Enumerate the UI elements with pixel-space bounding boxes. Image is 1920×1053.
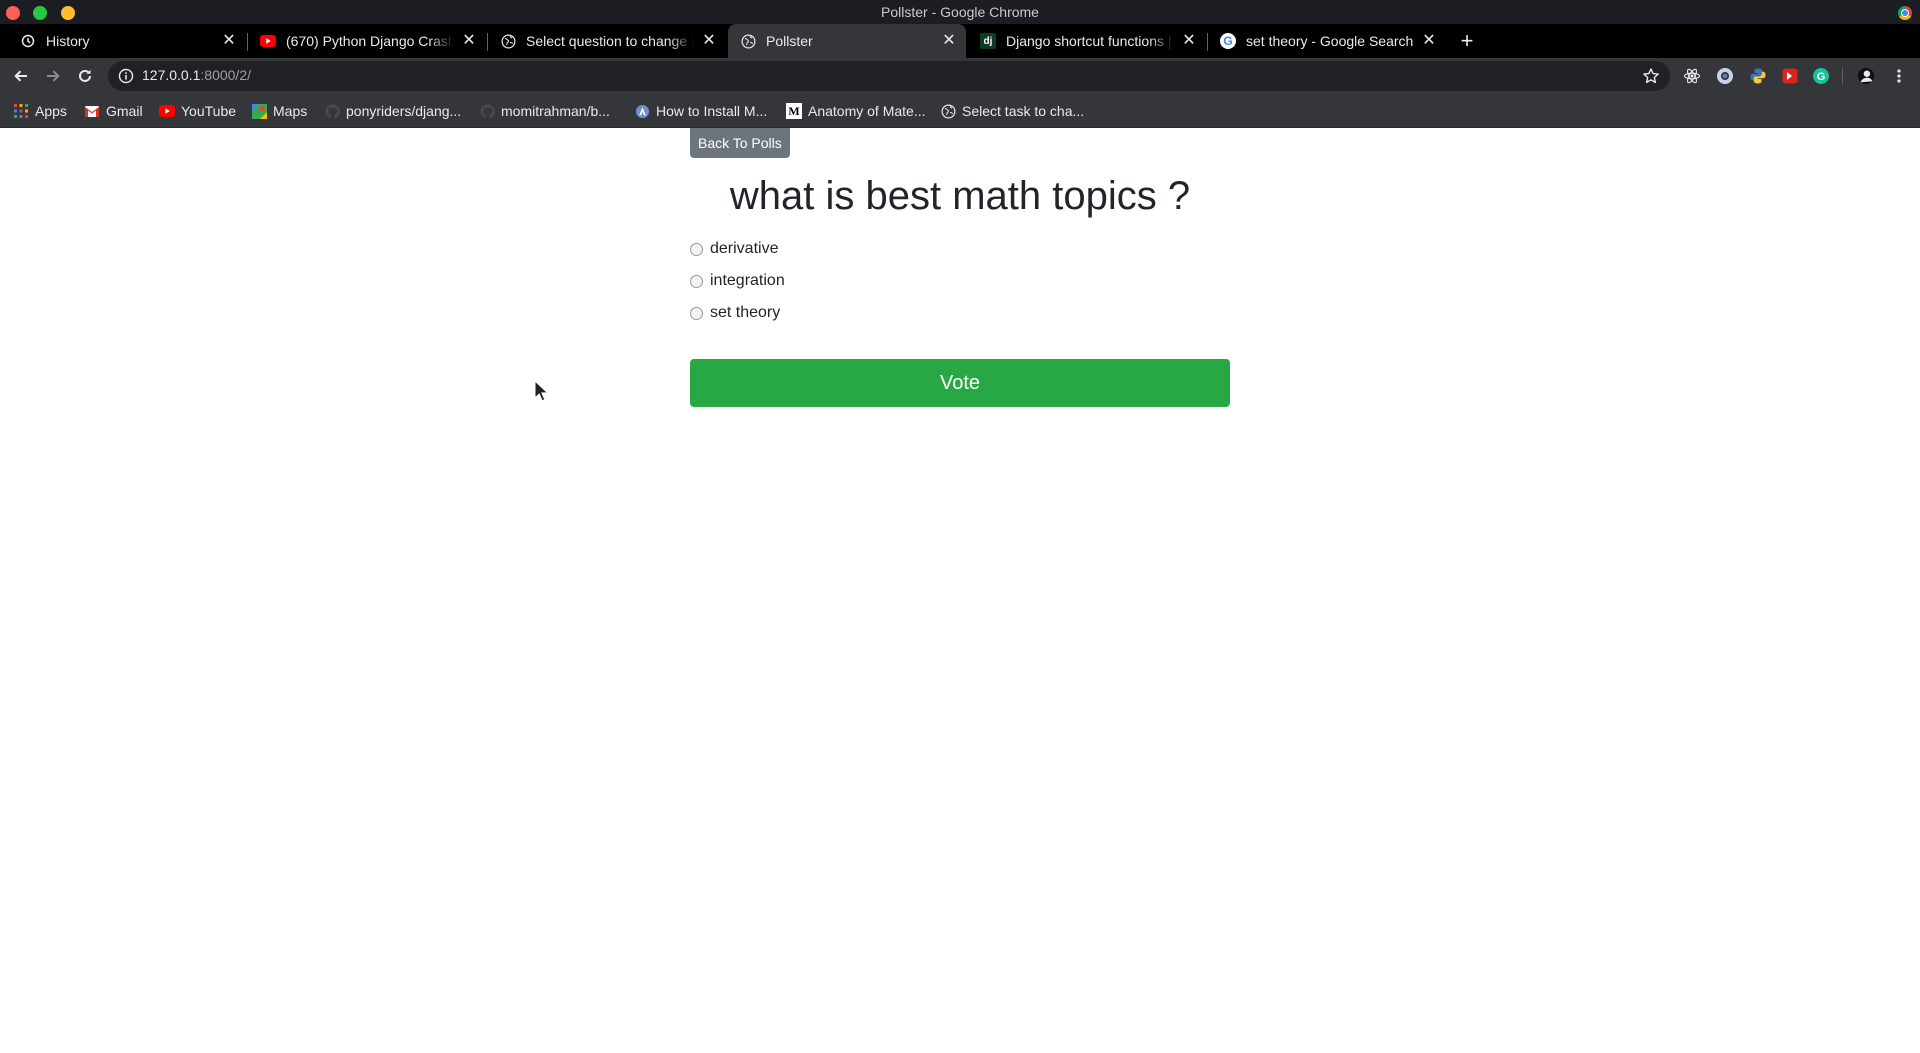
url-text: 127.0.0.1:8000/2/: [142, 67, 251, 83]
google-icon: G: [1220, 33, 1236, 49]
window-title: Pollster - Google Chrome: [881, 4, 1039, 20]
choice-label[interactable]: integration: [710, 272, 785, 290]
tab-strip: History ✕ (670) Python Django Crash Co ✕…: [0, 24, 1920, 58]
tab-django-shortcuts[interactable]: dj Django shortcut functions | D ✕: [968, 24, 1206, 58]
chrome-logo-icon: [1898, 6, 1912, 20]
tab-label: set theory - Google Search: [1246, 33, 1414, 49]
globe-icon: [940, 103, 956, 119]
address-bar[interactable]: 127.0.0.1:8000/2/: [108, 61, 1670, 91]
close-icon[interactable]: ✕: [460, 32, 478, 50]
bookmark-label: How to Install M...: [656, 103, 768, 119]
bookmark-label: Anatomy of Mate...: [808, 103, 926, 119]
bookmark-label: YouTube: [181, 103, 237, 119]
choice-label[interactable]: set theory: [710, 304, 780, 322]
youtube-icon: [260, 33, 276, 49]
bookmark-label: ponyriders/djang...: [346, 103, 462, 119]
vote-button[interactable]: Vote: [690, 359, 1230, 407]
close-icon[interactable]: ✕: [1420, 32, 1438, 50]
bookmark-label: Gmail: [106, 103, 143, 119]
tab-history[interactable]: History ✕: [8, 24, 246, 58]
python-icon[interactable]: [1749, 67, 1767, 85]
poll-question: what is best math topics ?: [729, 174, 1191, 218]
bookmark-label: momitrahman/b...: [501, 103, 610, 119]
site-info-icon[interactable]: [118, 68, 134, 84]
choice-label[interactable]: derivative: [710, 240, 778, 258]
mouse-cursor-icon: [534, 380, 548, 402]
close-icon[interactable]: ✕: [940, 32, 958, 50]
tab-label: (670) Python Django Crash Co: [286, 33, 454, 49]
svg-text:G: G: [1817, 71, 1826, 83]
back-arrow-icon[interactable]: [8, 63, 34, 89]
url-path: :8000/2/: [200, 67, 251, 83]
bookmark-label: Maps: [273, 103, 308, 119]
site-icon: [634, 103, 650, 119]
close-icon[interactable]: ✕: [220, 32, 238, 50]
window-title-bar: Pollster - Google Chrome: [0, 0, 1920, 24]
extension-circle-icon[interactable]: [1716, 67, 1734, 85]
tab-label: Pollster: [766, 33, 813, 49]
youtube-icon: [159, 103, 175, 119]
choice-radio[interactable]: [690, 275, 703, 288]
gmail-icon: [84, 103, 100, 119]
grammarly-icon[interactable]: G: [1812, 67, 1830, 85]
page-content: Back To Polls what is best math topics ?…: [0, 128, 1920, 1053]
tab-google-search[interactable]: G set theory - Google Search ✕: [1208, 24, 1446, 58]
maps-icon: [251, 103, 267, 119]
tab-youtube[interactable]: (670) Python Django Crash Co ✕: [248, 24, 486, 58]
apps-grid-icon: [13, 103, 29, 119]
globe-icon: [740, 33, 756, 49]
profile-avatar-icon[interactable]: [1857, 67, 1875, 85]
github-icon: [324, 103, 340, 119]
bookmarks-bar: Apps Gmail YouTube Maps ponyriders/djang…: [0, 94, 1920, 128]
tab-pollster[interactable]: Pollster ✕: [728, 24, 966, 58]
reload-icon[interactable]: [72, 63, 98, 89]
tab-label: Django shortcut functions | D: [1006, 33, 1174, 49]
tab-select-question[interactable]: Select question to change | P ✕: [488, 24, 726, 58]
react-devtools-icon[interactable]: [1683, 67, 1701, 85]
forward-arrow-icon[interactable]: [40, 63, 66, 89]
bookmark-label: Select task to cha...: [962, 103, 1085, 119]
back-to-polls-button[interactable]: Back To Polls: [690, 128, 790, 158]
close-icon[interactable]: ✕: [700, 32, 718, 50]
red-extension-icon[interactable]: [1781, 67, 1799, 85]
globe-icon: [500, 33, 516, 49]
kebab-menu-icon[interactable]: [1890, 67, 1908, 85]
medium-icon: M: [786, 103, 802, 119]
choice-radio[interactable]: [690, 243, 703, 256]
tab-label: History: [46, 33, 90, 49]
url-host: 127.0.0.1: [142, 67, 201, 83]
tab-label: Select question to change | P: [526, 33, 694, 49]
github-icon: [479, 103, 495, 119]
bookmark-label: Apps: [35, 103, 67, 119]
django-icon: dj: [980, 33, 996, 49]
browser-toolbar: 127.0.0.1:8000/2/ G: [0, 58, 1920, 94]
history-icon: [20, 33, 36, 49]
close-icon[interactable]: ✕: [1180, 32, 1198, 50]
choice-radio[interactable]: [690, 307, 703, 320]
bookmark-star-icon[interactable]: [1642, 67, 1660, 85]
new-tab-button[interactable]: +: [1454, 28, 1480, 54]
